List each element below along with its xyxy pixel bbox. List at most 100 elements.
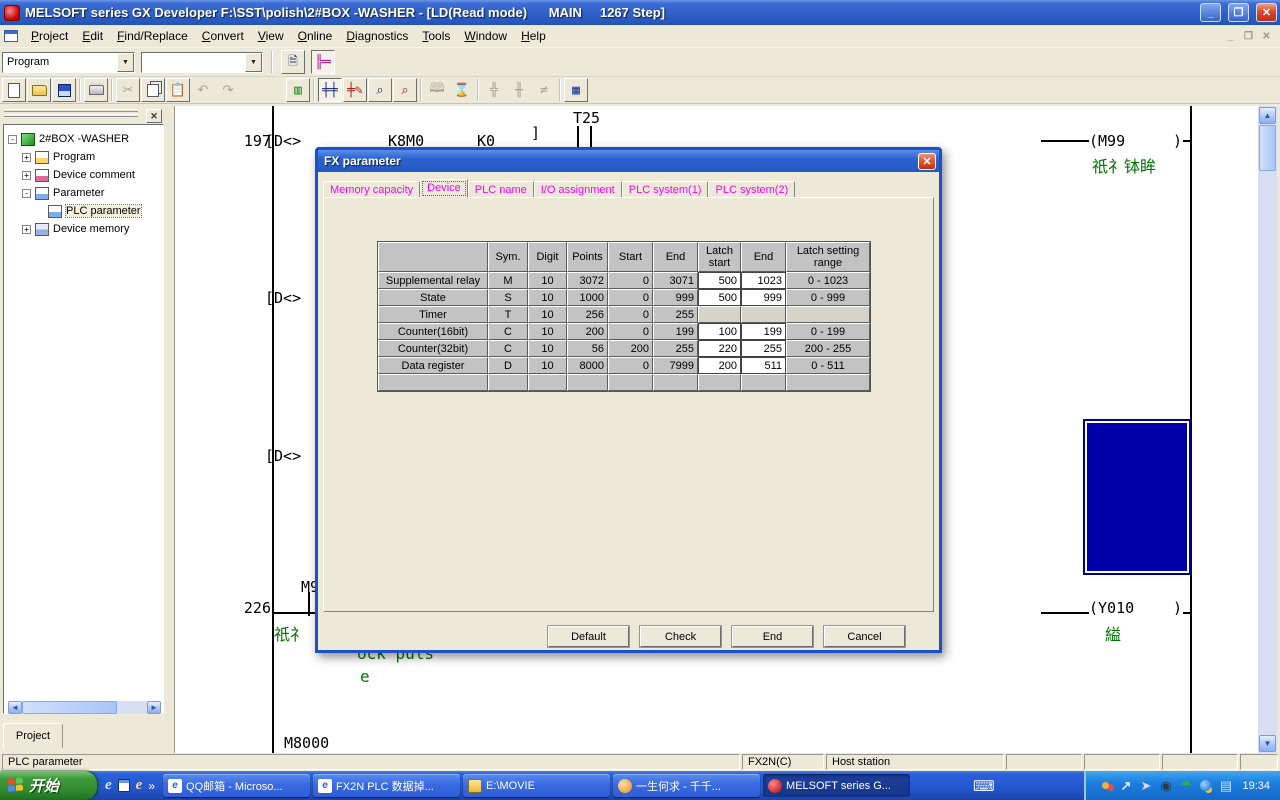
volume-icon[interactable]: ◉ (1158, 778, 1173, 793)
input-method-keyboard-icon[interactable]: ⌨ (973, 777, 995, 795)
latch-start-input[interactable]: 200 (698, 357, 741, 374)
latch-start-input[interactable]: 500 (698, 272, 741, 289)
tree-item-device-memory[interactable]: + Device memory (22, 221, 129, 237)
menu-edit[interactable]: Edit (75, 26, 110, 46)
scroll-track[interactable] (22, 701, 147, 714)
cancel-button[interactable]: Cancel (824, 626, 905, 647)
taskbar-item-qq-mail[interactable]: e QQ邮箱 - Microso... (163, 774, 310, 797)
restore-button[interactable]: ❐ (1228, 3, 1249, 22)
scroll-down-icon[interactable]: ▼ (1259, 735, 1276, 752)
menu-online[interactable]: Online (291, 26, 340, 46)
comment-display-button[interactable]: 🗎 (281, 50, 305, 74)
ladder-mode-button[interactable]: ╪╪ (318, 78, 342, 102)
tree-item-device-comment[interactable]: + Device comment (22, 167, 135, 183)
project-tree-toggle-button[interactable]: ╠═ (311, 50, 335, 74)
dialog-titlebar[interactable]: FX parameter ✕ (318, 150, 939, 172)
tab-memory-capacity[interactable]: Memory capacity (323, 181, 420, 198)
ladder-selection-cursor[interactable] (1083, 419, 1191, 575)
save-project-button[interactable] (52, 78, 76, 102)
menu-convert[interactable]: Convert (195, 26, 251, 46)
latch-end-input[interactable]: 255 (741, 340, 786, 357)
browser-shortcut-icon[interactable]: e (136, 777, 143, 794)
latch-end-input[interactable]: 1023 (741, 272, 786, 289)
tree-root-row[interactable]: - 2#BOX -WASHER (8, 131, 129, 147)
end-button[interactable]: End (732, 626, 813, 647)
latch-start-input[interactable]: 500 (698, 289, 741, 306)
tree-item-parameter[interactable]: - Parameter (22, 185, 104, 201)
scroll-left-icon[interactable]: ◄ (8, 701, 22, 714)
expand-icon[interactable]: + (22, 153, 31, 162)
latch-end-input[interactable]: 199 (741, 323, 786, 340)
tree-horizontal-scrollbar[interactable]: ◄ ► (8, 701, 161, 714)
insert-line-button[interactable]: ╬ (482, 78, 506, 102)
panel-close-button[interactable]: ✕ (146, 109, 162, 123)
document-shortcut-icon[interactable] (118, 779, 130, 792)
device-combobox[interactable]: ▼ (141, 52, 263, 73)
antivirus-umbrella-icon[interactable]: ☂ (1178, 778, 1193, 793)
globe-security-icon[interactable] (1198, 778, 1213, 793)
write-mode-button[interactable]: ⌛ (450, 78, 474, 102)
taskbar-item-fx2n-page[interactable]: e FX2N PLC 数据掉... (313, 774, 460, 797)
latch-end-input[interactable]: 999 (741, 289, 786, 306)
mdi-restore-icon[interactable]: ❐ (1241, 31, 1256, 42)
taskbar-item-melsoft[interactable]: MELSOFT series G... (763, 774, 910, 797)
chevron-down-icon[interactable]: ▼ (245, 53, 262, 72)
menu-window[interactable]: Window (457, 26, 514, 46)
paste-button[interactable]: 📋 (166, 78, 190, 102)
scroll-thumb[interactable] (22, 701, 117, 714)
mdi-child-icon[interactable] (4, 30, 18, 42)
cut-button[interactable]: ✂ (116, 78, 140, 102)
launcher-rocket-icon[interactable]: ➤ (1138, 778, 1153, 793)
tab-io-assignment[interactable]: I/O assignment (534, 181, 622, 198)
new-project-button[interactable] (2, 78, 26, 102)
check-button[interactable]: Check (640, 626, 721, 647)
menu-help[interactable]: Help (514, 26, 553, 46)
expand-icon[interactable]: + (22, 171, 31, 180)
chevron-down-icon[interactable]: ▼ (117, 53, 134, 72)
read-mode-button[interactable]: 🕮 (425, 78, 449, 102)
scroll-right-icon[interactable]: ► (147, 701, 161, 714)
ladder-vertical-scrollbar[interactable]: ▲ ▼ (1258, 106, 1277, 753)
expand-icon[interactable]: + (22, 225, 31, 234)
ladder-edit-button[interactable]: ╪✎ (343, 78, 367, 102)
panel-grab-handle[interactable] (4, 114, 138, 117)
project-tab[interactable]: Project (3, 723, 63, 748)
program-list-button[interactable]: ▦ (564, 78, 588, 102)
copy-button[interactable] (141, 78, 165, 102)
default-button[interactable]: Default (548, 626, 629, 647)
device-test-button[interactable]: ⌕ (393, 78, 417, 102)
mdi-minimize-icon[interactable]: _ (1223, 31, 1238, 42)
menu-diagnostics[interactable]: Diagnostics (339, 26, 415, 46)
ladder-monitor-button[interactable]: ▥ (286, 78, 310, 102)
dialog-close-button[interactable]: ✕ (918, 153, 936, 170)
flag-stack-icon[interactable]: ▤ (1218, 778, 1233, 793)
scroll-track[interactable] (1258, 106, 1277, 753)
menu-tools[interactable]: Tools (415, 26, 457, 46)
panel-grab-handle[interactable] (4, 109, 138, 112)
print-button[interactable] (84, 78, 108, 102)
minimize-button[interactable]: _ (1200, 3, 1221, 22)
redo-button[interactable]: ↷ (216, 78, 240, 102)
tab-plc-name[interactable]: PLC name (468, 181, 534, 198)
scroll-up-icon[interactable]: ▲ (1259, 107, 1276, 124)
menu-view[interactable]: View (251, 26, 291, 46)
internet-explorer-icon[interactable]: e (105, 777, 112, 794)
latch-end-input[interactable]: 511 (741, 357, 786, 374)
open-project-button[interactable] (27, 78, 51, 102)
tree-item-program[interactable]: + Program (22, 149, 95, 165)
latch-start-input[interactable]: 220 (698, 340, 741, 357)
undo-button[interactable]: ↶ (191, 78, 215, 102)
menu-project[interactable]: Project (24, 26, 75, 46)
taskbar-item-movie-folder[interactable]: E:\MOVIE (463, 774, 610, 797)
scroll-thumb[interactable] (1259, 125, 1276, 171)
chevron-more-icon[interactable]: » (148, 779, 155, 793)
device-find-button[interactable]: ⌕ (368, 78, 392, 102)
tab-device[interactable]: Device (420, 179, 468, 198)
tab-plc-system-2[interactable]: PLC system(2) (708, 181, 795, 198)
collapse-icon[interactable]: - (22, 189, 31, 198)
program-combobox[interactable]: Program ▼ (2, 52, 135, 73)
collapse-icon[interactable]: - (8, 135, 17, 144)
tree-item-plc-parameter[interactable]: PLC parameter (48, 203, 141, 219)
network-arrow-icon[interactable]: ↗ (1118, 778, 1133, 793)
qq-messenger-icon[interactable] (1098, 778, 1113, 793)
